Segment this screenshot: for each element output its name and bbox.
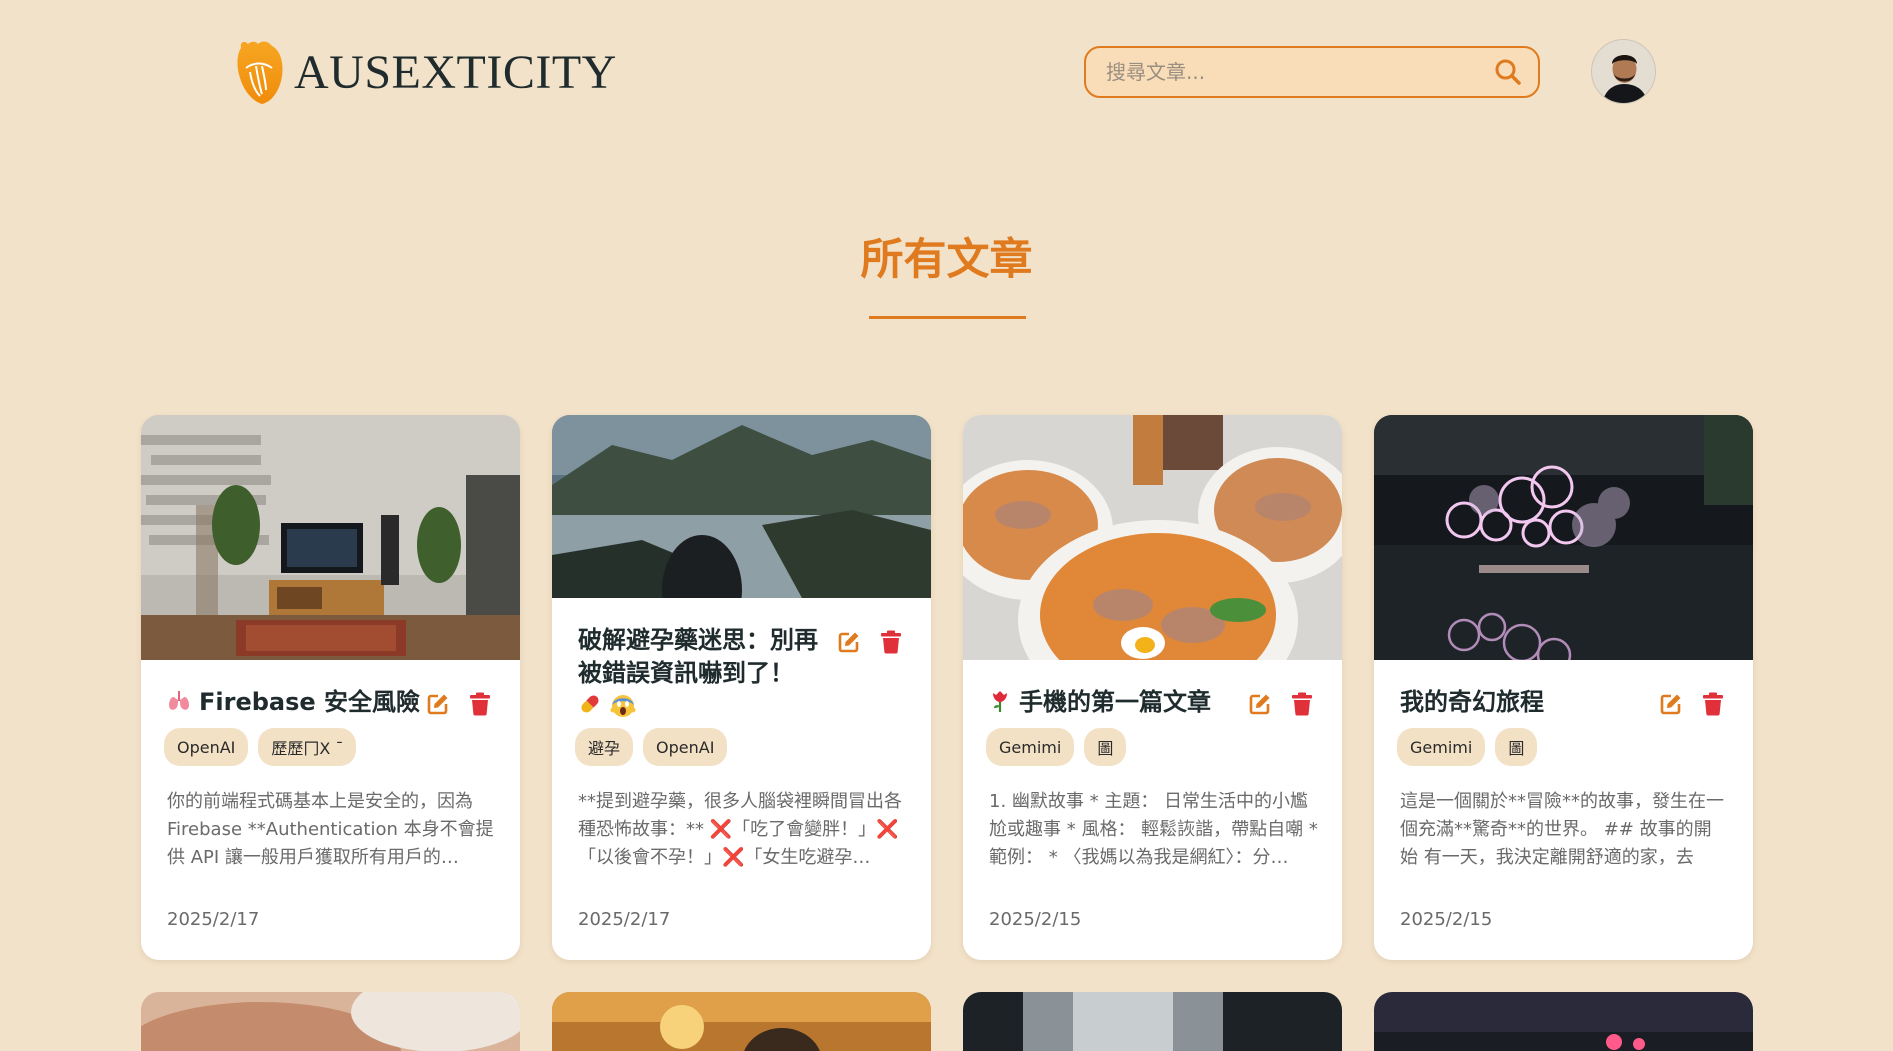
tag-chip[interactable]: 避孕 [575, 728, 634, 766]
article-title-text: Firebase 安全風險 [199, 688, 421, 716]
edit-icon [1660, 694, 1681, 715]
edit-button[interactable] [835, 629, 863, 655]
scream-face-icon [610, 695, 636, 717]
edit-icon [427, 694, 448, 715]
article-date: 2025/2/15 [1400, 909, 1493, 930]
article-header: Firebase 安全風險 [167, 686, 494, 719]
article-cover-image [141, 992, 520, 1051]
article-excerpt: 你的前端程式碼基本上是安全的，因為 Firebase **Authenticat… [167, 791, 494, 868]
trash-icon [1292, 692, 1312, 716]
article-excerpt: **提到避孕藥，很多人腦袋裡瞬間冒出各種恐怖故事：** ❌「吃了會變胖！」❌「以… [578, 791, 902, 868]
article-card-partial[interactable] [963, 992, 1342, 1051]
article-card[interactable]: 破解避孕藥迷思：別再被錯誤資訊嚇到了！ 避孕 OpenAI **提到避孕藥，很多… [552, 415, 931, 960]
brand-logo[interactable]: AUSEXTICITY [236, 38, 617, 106]
edit-icon [1249, 694, 1270, 715]
brand-name: AUSEXTICITY [294, 45, 617, 99]
article-actions [835, 624, 905, 655]
article-cover-image [552, 415, 931, 598]
article-date: 2025/2/17 [167, 909, 260, 930]
article-tags: 避孕 OpenAI [575, 728, 728, 766]
tag-chip[interactable]: OpenAI [164, 728, 249, 766]
article-cover-image [963, 415, 1342, 660]
article-title[interactable]: Firebase 安全風險 [167, 686, 424, 719]
tag-chip[interactable]: OpenAI [643, 728, 728, 766]
delete-button[interactable] [1699, 691, 1727, 717]
article-title-text: 我的奇幻旅程 [1400, 688, 1544, 716]
trash-icon [470, 692, 490, 716]
article-actions [1657, 686, 1727, 717]
article-actions [1246, 686, 1316, 717]
delete-button[interactable] [877, 629, 905, 655]
article-cover-image [552, 992, 931, 1051]
article-title[interactable]: 破解避孕藥迷思：別再被錯誤資訊嚇到了！ [578, 624, 835, 718]
article-date: 2025/2/17 [578, 909, 671, 930]
article-card[interactable]: 手機的第一篇文章 Gemimi 圖 1. 幽默故事 * 主題： 日常生活中的小尷… [963, 415, 1342, 960]
title-underline [869, 316, 1026, 319]
article-title-text: 破解避孕藥迷思：別再被錯誤資訊嚇到了！ [578, 626, 818, 687]
tag-chip[interactable]: Gemimi [986, 728, 1075, 766]
tag-chip[interactable]: Gemimi [1397, 728, 1486, 766]
article-cover-image [141, 415, 520, 660]
article-cover-image [1374, 415, 1753, 660]
lungs-icon [169, 691, 189, 710]
edit-button[interactable] [1246, 691, 1274, 717]
delete-button[interactable] [1288, 691, 1316, 717]
article-tags: Gemimi 圖 [1397, 728, 1538, 766]
article-title[interactable]: 手機的第一篇文章 [989, 686, 1246, 719]
search-bar [1084, 46, 1540, 98]
top-header: AUSEXTICITY [0, 0, 1893, 140]
article-cover-image [963, 992, 1342, 1051]
article-header: 破解避孕藥迷思：別再被錯誤資訊嚇到了！ [578, 624, 905, 718]
article-card[interactable]: 我的奇幻旅程 Gemimi 圖 這是一個關於**冒險**的故事，發生在一個充滿*… [1374, 415, 1753, 960]
pill-icon [581, 695, 599, 713]
article-title-text: 手機的第一篇文章 [1019, 688, 1211, 716]
article-actions [424, 686, 494, 717]
article-excerpt: 1. 幽默故事 * 主題： 日常生活中的小尷尬或趣事 * 風格： 輕鬆詼諧，帶點… [989, 791, 1318, 868]
tag-chip[interactable]: 圖 [1495, 728, 1538, 766]
article-card-partial[interactable] [1374, 992, 1753, 1051]
edit-button[interactable] [1657, 691, 1685, 717]
article-header: 手機的第一篇文章 [989, 686, 1316, 719]
tag-chip[interactable]: 圖 [1084, 728, 1127, 766]
article-card-partial[interactable] [141, 992, 520, 1051]
heart-logo-icon [237, 41, 283, 104]
article-header: 我的奇幻旅程 [1400, 686, 1727, 719]
edit-icon [838, 632, 859, 653]
search-button[interactable] [1478, 48, 1538, 96]
article-tags: OpenAI 歷歷冂X ¯ [164, 728, 357, 766]
delete-button[interactable] [466, 691, 494, 717]
article-cover-image [1374, 992, 1753, 1051]
article-card-partial[interactable] [552, 992, 931, 1051]
avatar-image [1592, 40, 1655, 103]
page-title: 所有文章 [860, 235, 1033, 285]
search-input[interactable] [1086, 48, 1478, 96]
rose-icon [993, 691, 1007, 712]
article-tags: Gemimi 圖 [986, 728, 1127, 766]
article-card[interactable]: Firebase 安全風險 OpenAI 歷歷冂X ¯ 你的前端程式碼基本上是安… [141, 415, 520, 960]
trash-icon [881, 630, 901, 654]
article-title[interactable]: 我的奇幻旅程 [1400, 686, 1657, 719]
edit-button[interactable] [424, 691, 452, 717]
user-avatar[interactable] [1591, 39, 1656, 104]
tag-chip[interactable]: 歷歷冂X ¯ [258, 728, 357, 766]
search-icon [1495, 59, 1521, 85]
article-excerpt: 這是一個關於**冒險**的故事，發生在一個充滿**驚奇**的世界。 ## 故事的… [1400, 791, 1724, 868]
article-date: 2025/2/15 [989, 909, 1082, 930]
trash-icon [1703, 692, 1723, 716]
